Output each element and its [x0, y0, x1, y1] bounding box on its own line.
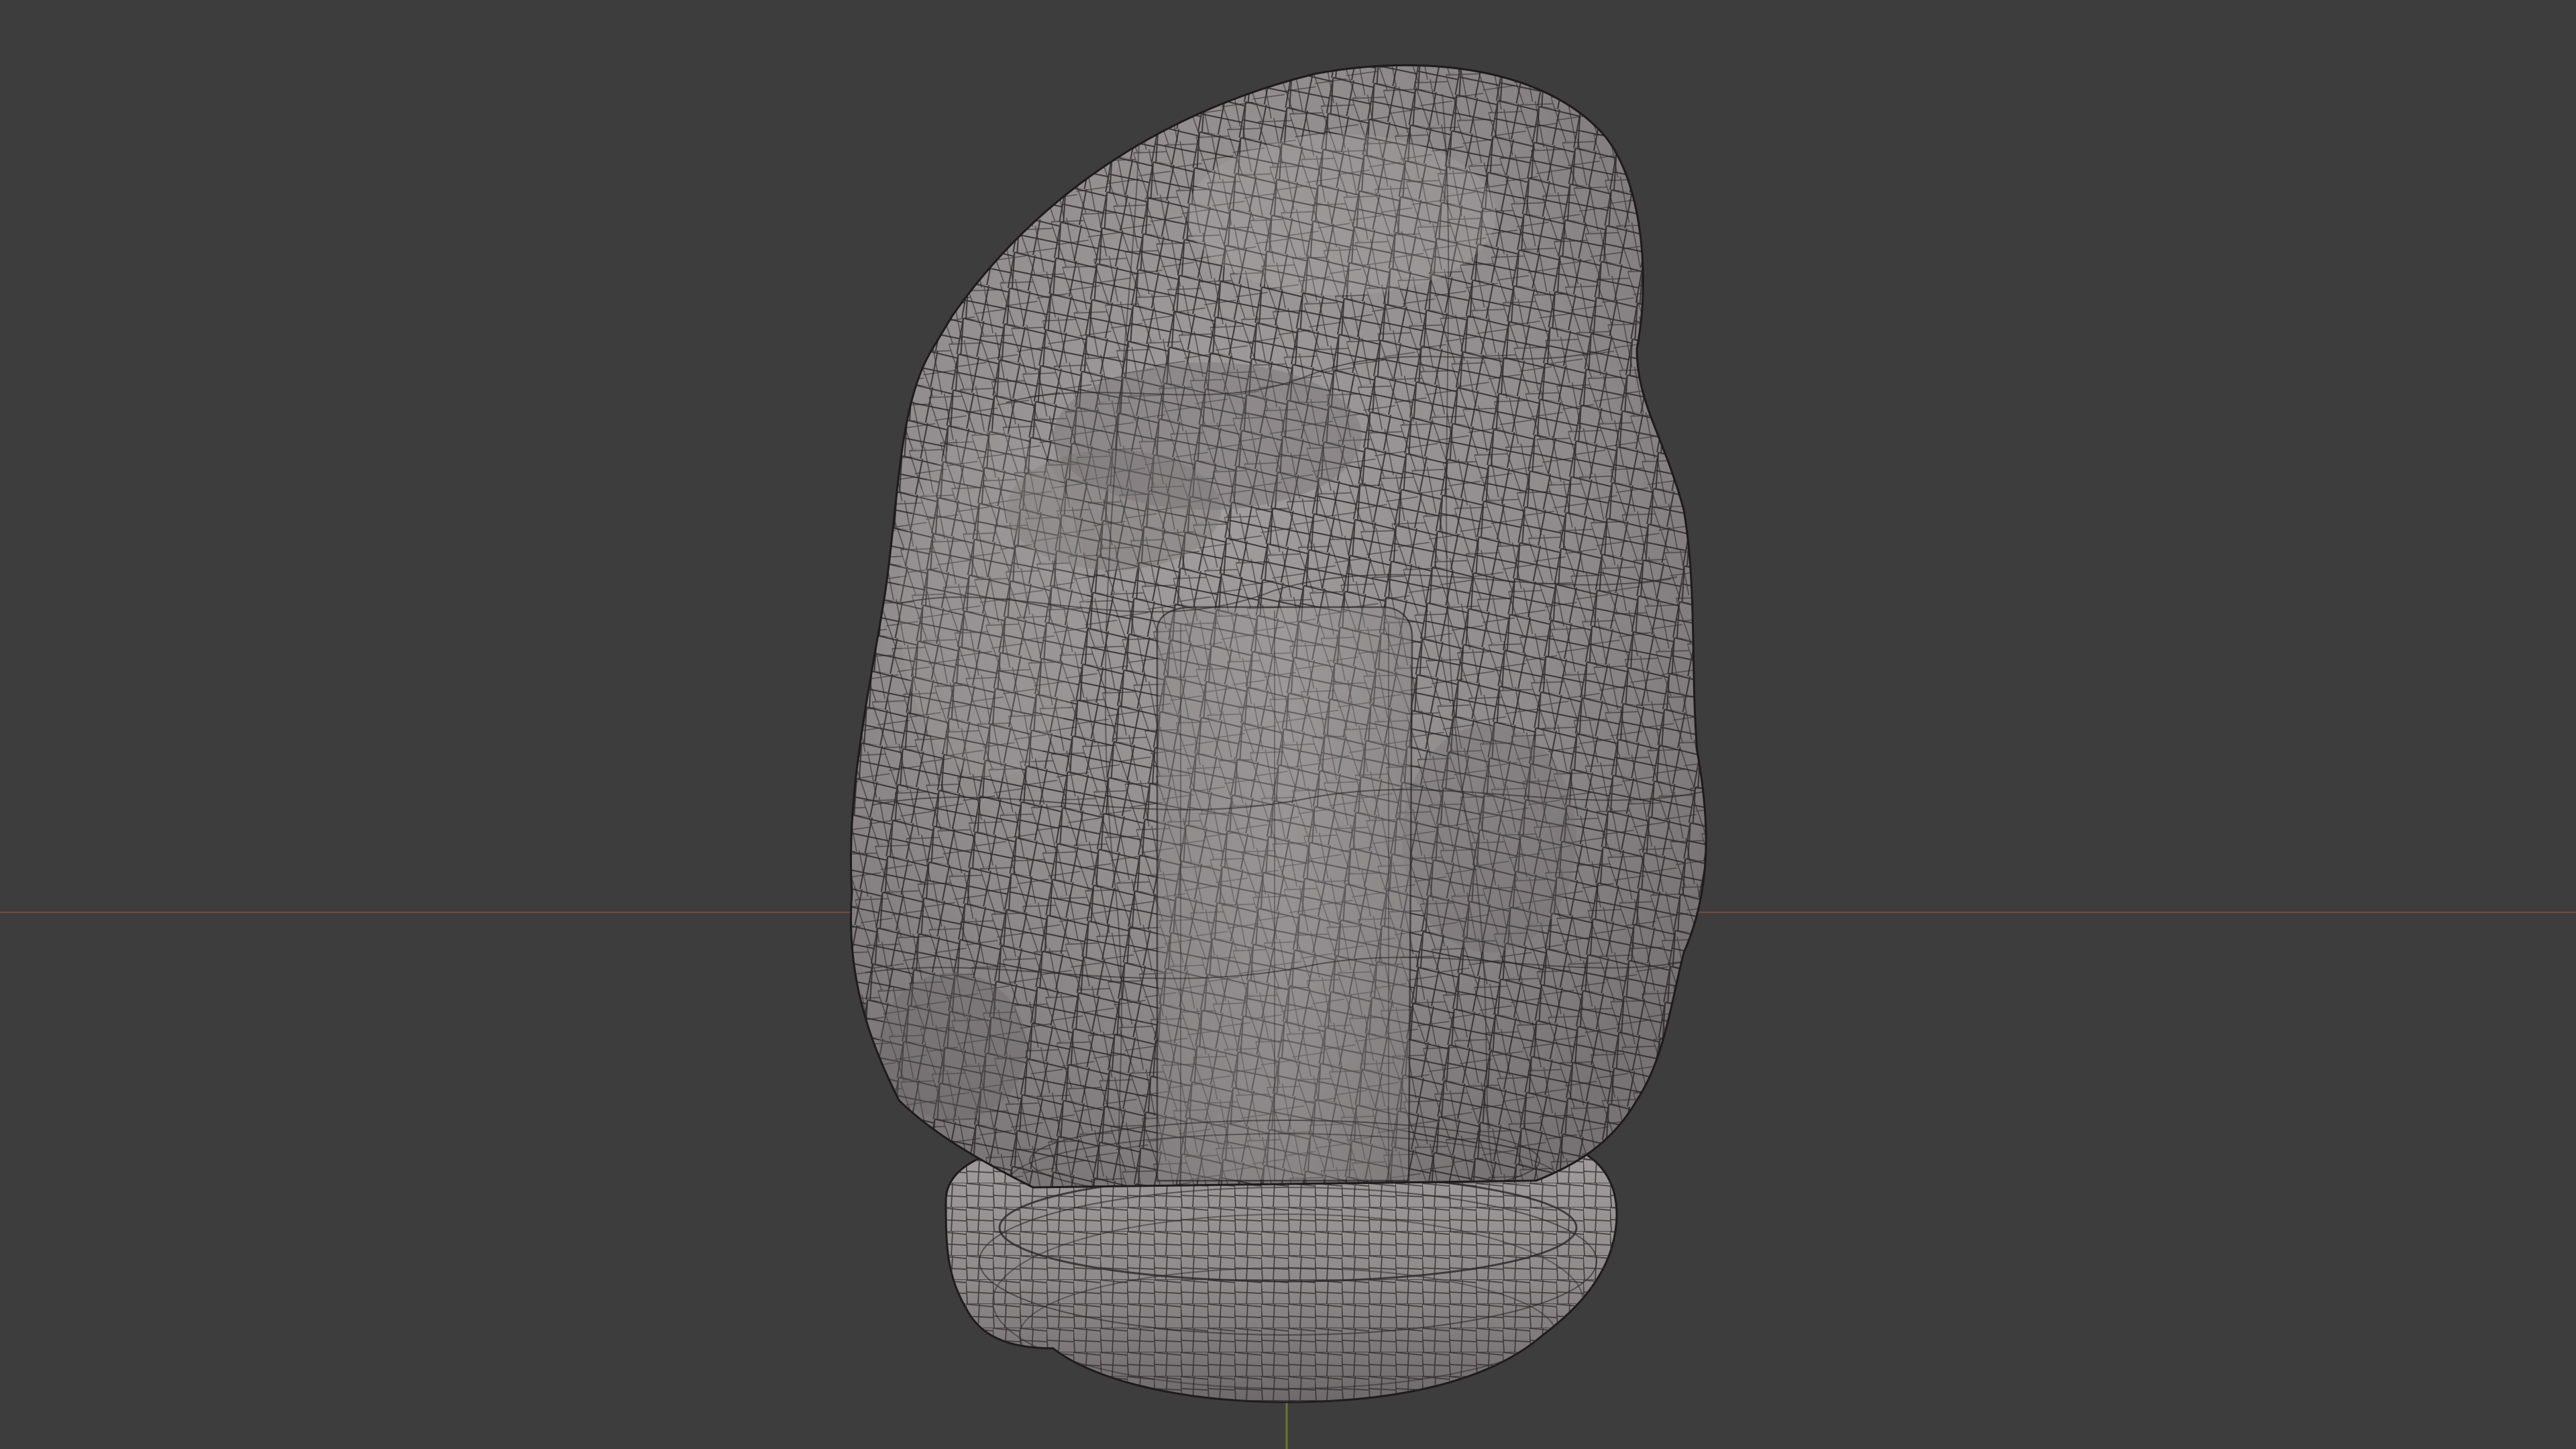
rock-mesh[interactable] — [805, 40, 1744, 1228]
viewport-canvas[interactable] — [0, 0, 2576, 1449]
3d-viewport[interactable] — [0, 0, 2576, 1449]
